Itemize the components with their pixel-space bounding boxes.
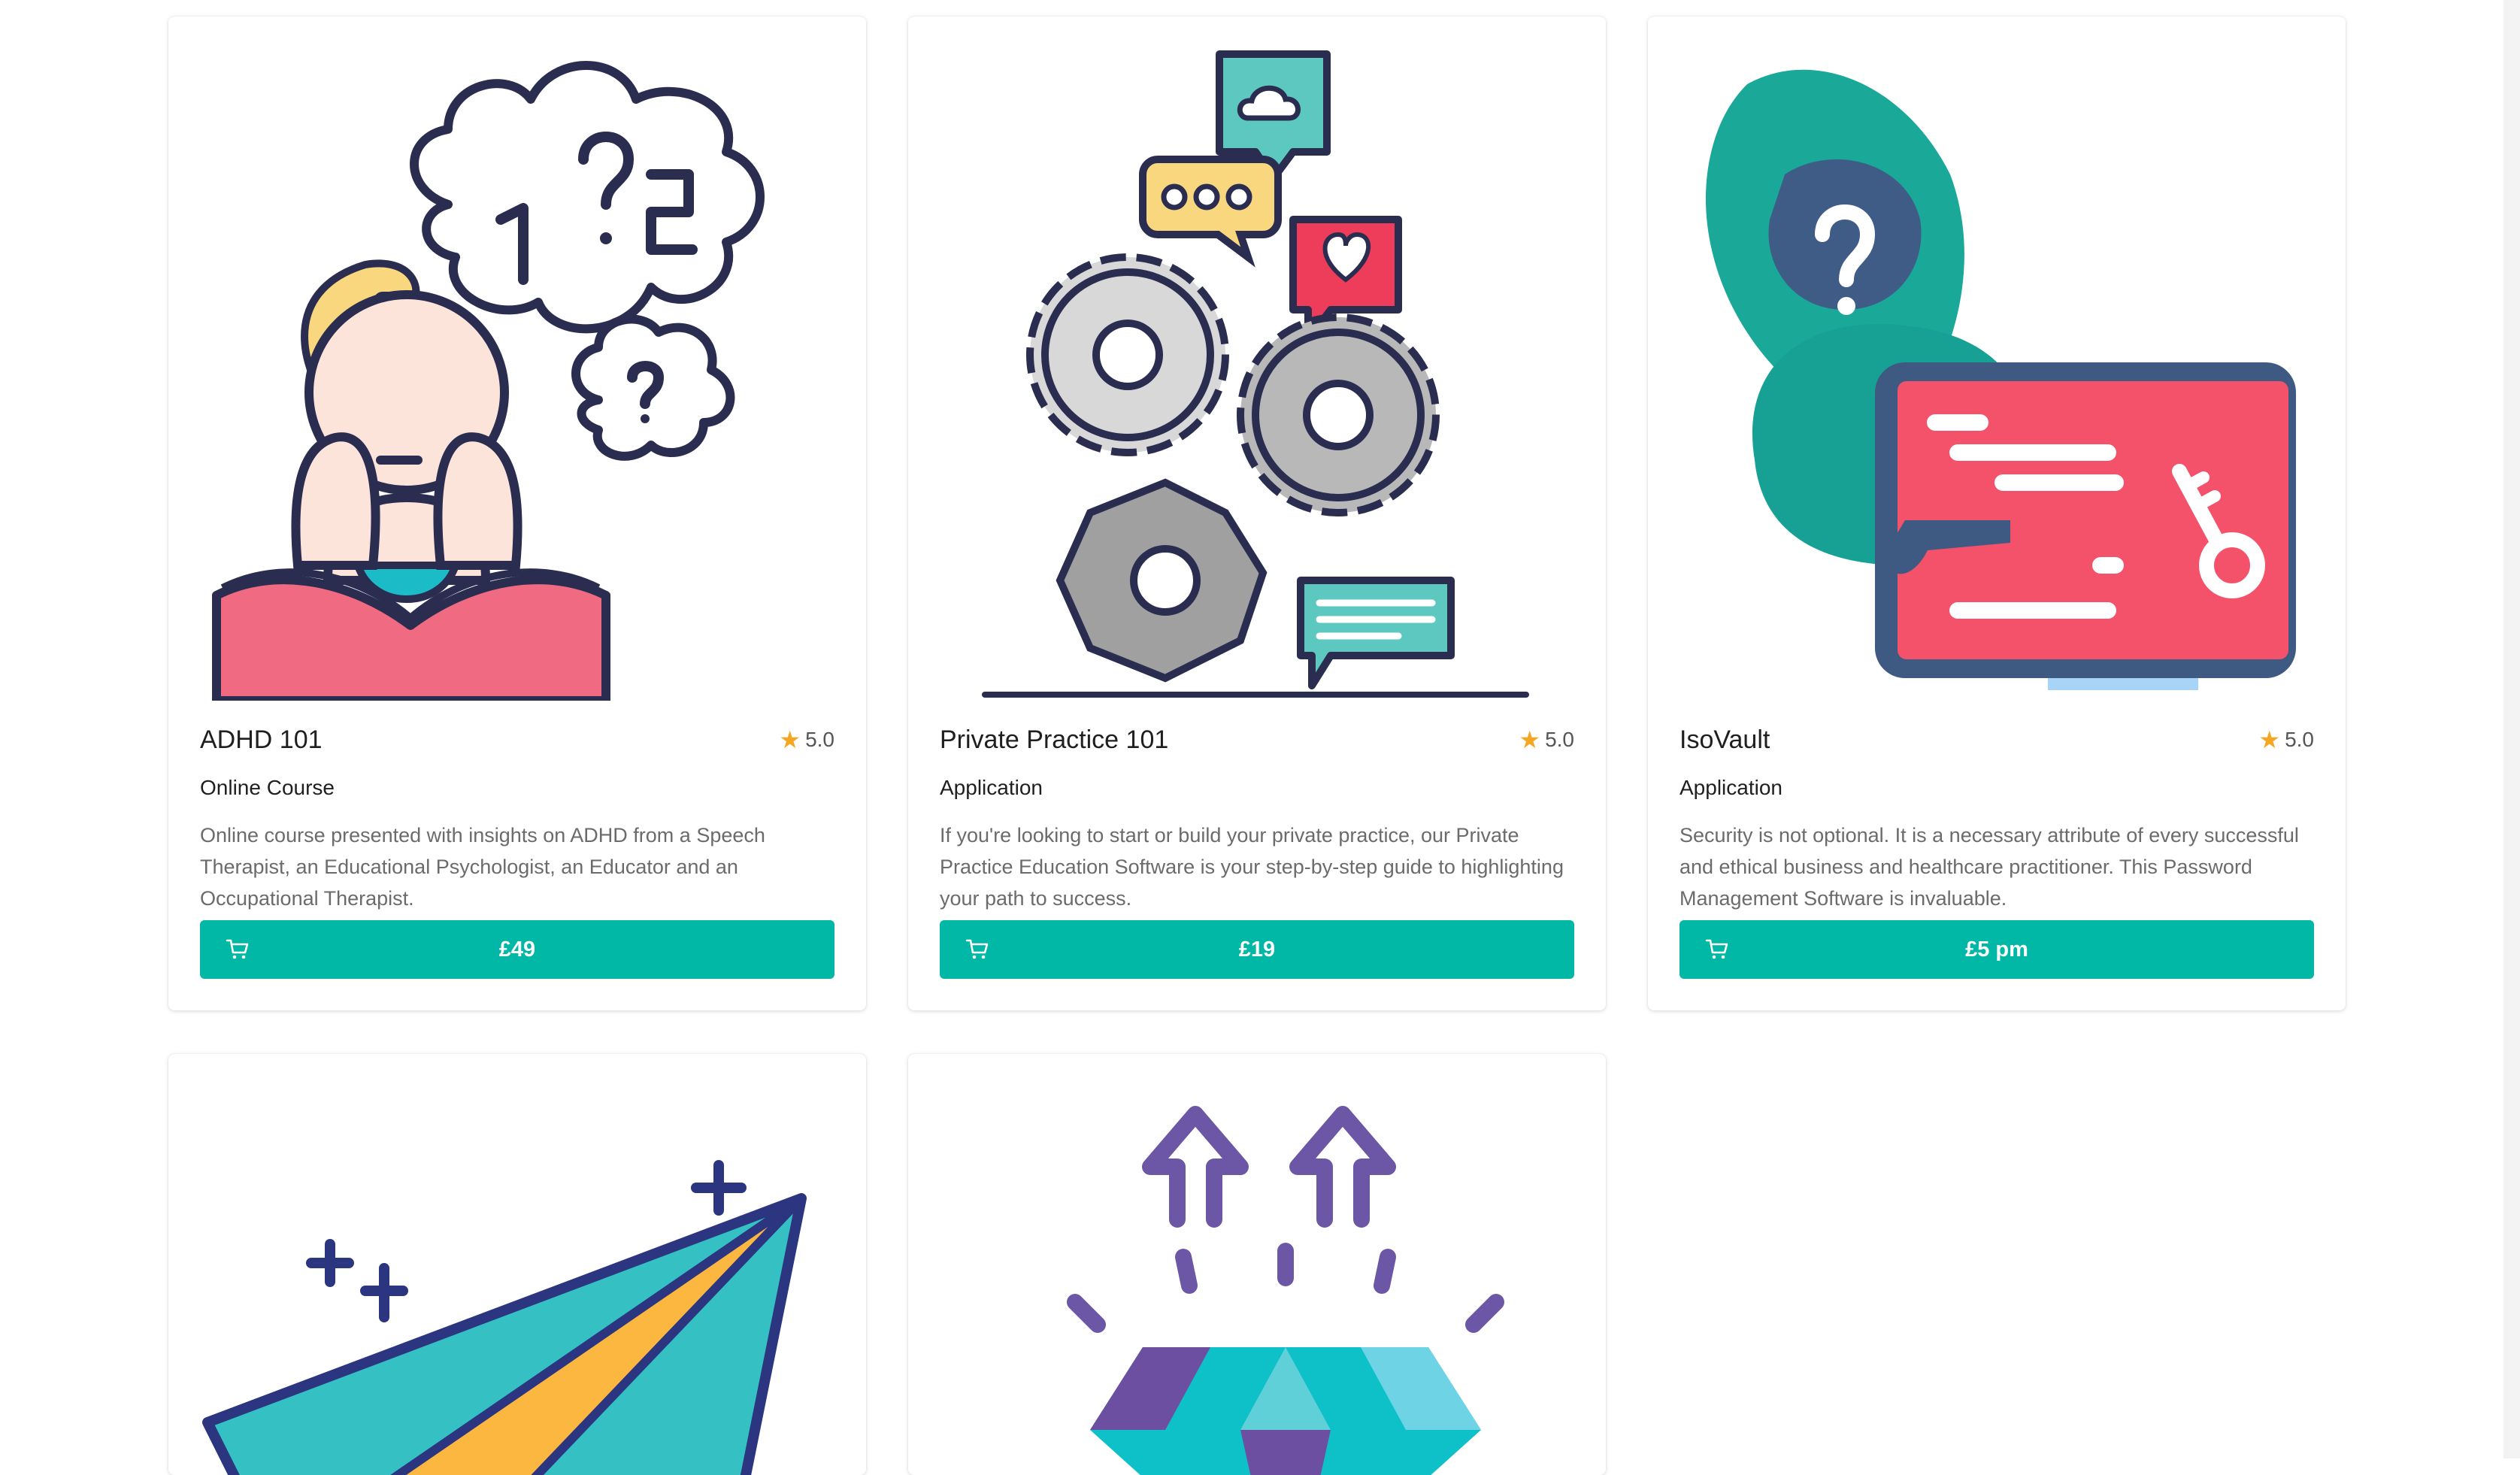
paper-plane-icon xyxy=(200,1077,834,1475)
star-icon: ★ xyxy=(1519,726,1541,753)
hooded-figure-key-icon xyxy=(1679,39,2314,701)
buy-button[interactable]: £19 xyxy=(940,920,1574,979)
product-type: Application xyxy=(940,776,1043,799)
price-label: £19 xyxy=(1238,937,1276,962)
rating-value: 5.0 xyxy=(1545,728,1574,751)
cart-icon xyxy=(1705,939,1728,959)
product-description: Online course presented with insights on… xyxy=(200,824,765,910)
product-type: Application xyxy=(1679,776,1782,799)
buy-button[interactable]: £5 pm xyxy=(1679,920,2314,979)
gears-speech-bubbles-icon xyxy=(940,39,1574,701)
product-title[interactable]: ADHD 101 xyxy=(200,723,323,756)
scrollbar[interactable] xyxy=(2503,0,2520,1458)
buy-button[interactable]: £49 xyxy=(200,920,834,979)
product-card-adhd-101[interactable]: ADHD 101 ★ 5.0 Online Course Online cour… xyxy=(168,17,866,1010)
diamond-arrows-icon xyxy=(940,1077,1574,1475)
price-label: £49 xyxy=(498,937,536,962)
product-card-isovault[interactable]: IsoVault ★ 5.0 Application Security is n… xyxy=(1648,17,2346,1010)
product-card-5[interactable] xyxy=(908,1054,1606,1475)
product-title[interactable]: IsoVault xyxy=(1679,723,1770,756)
girl-reading-thinking-icon xyxy=(200,39,834,701)
star-icon: ★ xyxy=(779,726,801,753)
product-rating: ★ 5.0 xyxy=(2258,726,2314,753)
star-icon: ★ xyxy=(2258,726,2281,753)
cart-icon xyxy=(226,939,249,959)
product-description: Security is not optional. It is a necess… xyxy=(1679,824,2299,910)
product-card-private-practice-101[interactable]: Private Practice 101 ★ 5.0 Application I… xyxy=(908,17,1606,1010)
product-rating: ★ 5.0 xyxy=(1519,726,1574,753)
rating-value: 5.0 xyxy=(805,728,834,751)
product-title[interactable]: Private Practice 101 xyxy=(940,723,1168,756)
price-label: £5 pm xyxy=(1965,937,2028,962)
rating-value: 5.0 xyxy=(2285,728,2314,751)
product-type: Online Course xyxy=(200,776,335,799)
product-card-4[interactable] xyxy=(168,1054,866,1475)
cart-icon xyxy=(965,939,989,959)
product-description: If you're looking to start or build your… xyxy=(940,824,1564,910)
product-rating: ★ 5.0 xyxy=(779,726,834,753)
